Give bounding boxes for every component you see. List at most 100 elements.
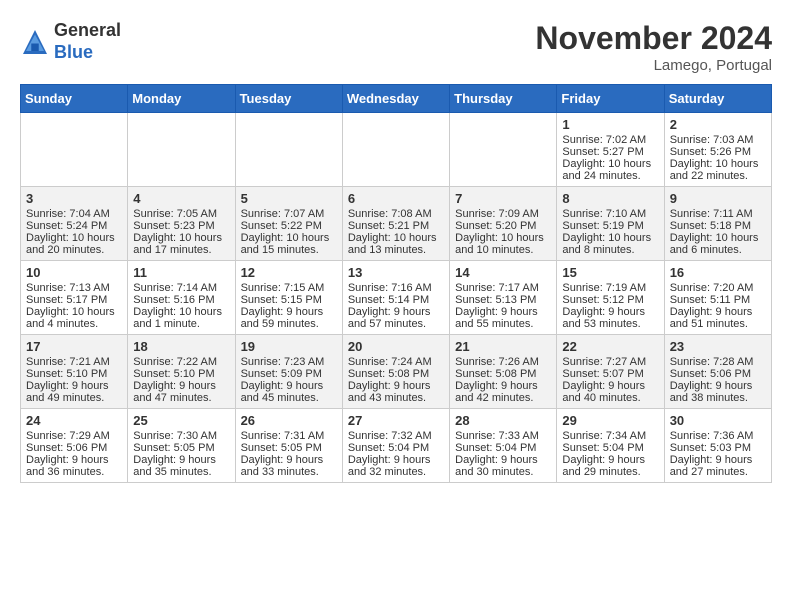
day-number: 5 bbox=[241, 191, 337, 206]
table-cell: 9Sunrise: 7:11 AM Sunset: 5:18 PM Daylig… bbox=[664, 187, 771, 261]
logo: General Blue bbox=[20, 20, 121, 63]
day-info: Sunrise: 7:30 AM Sunset: 5:05 PM Dayligh… bbox=[133, 430, 229, 478]
day-number: 23 bbox=[670, 339, 766, 354]
day-info: Sunrise: 7:28 AM Sunset: 5:06 PM Dayligh… bbox=[670, 356, 766, 404]
weekday-header-wednesday: Wednesday bbox=[342, 85, 449, 113]
table-cell: 2 Sunrise: 7:03 AM Sunset: 5:26 PM Daylig… bbox=[664, 113, 771, 187]
table-cell: 19 Sunrise: 7:23 AM Sunset: 5:09 PM Dayli… bbox=[235, 335, 342, 409]
table-cell: 27 Sunrise: 7:32 AM Sunset: 5:04 PM Dayli… bbox=[342, 409, 449, 483]
day-info: Sunrise: 7:03 AM Sunset: 5:26 PM Dayligh… bbox=[670, 134, 766, 182]
header: General Blue November 2024 Lamego, Portu… bbox=[20, 20, 772, 74]
day-number: 24 bbox=[26, 413, 122, 428]
table-cell: 29 Sunrise: 7:34 AM Sunset: 5:04 PM Dayli… bbox=[557, 409, 664, 483]
table-cell: 17 Sunrise: 7:21 AM Sunset: 5:10 PM Dayli… bbox=[21, 335, 128, 409]
table-cell bbox=[450, 113, 557, 187]
table-cell: 7Sunrise: 7:09 AM Sunset: 5:20 PM Daylig… bbox=[450, 187, 557, 261]
table-cell: 15 Sunrise: 7:19 AM Sunset: 5:12 PM Dayli… bbox=[557, 261, 664, 335]
table-cell: 21Sunrise: 7:26 AM Sunset: 5:08 PM Dayli… bbox=[450, 335, 557, 409]
table-cell: 6 Sunrise: 7:08 AM Sunset: 5:21 PM Daylig… bbox=[342, 187, 449, 261]
table-cell: 3Sunrise: 7:04 AM Sunset: 5:24 PM Daylig… bbox=[21, 187, 128, 261]
table-cell: 4 Sunrise: 7:05 AM Sunset: 5:23 PM Daylig… bbox=[128, 187, 235, 261]
day-info: Sunrise: 7:11 AM Sunset: 5:18 PM Dayligh… bbox=[670, 208, 766, 256]
day-number: 4 bbox=[133, 191, 229, 206]
week-row-3: 10 Sunrise: 7:13 AM Sunset: 5:17 PM Dayli… bbox=[21, 261, 772, 335]
table-cell: 26Sunrise: 7:31 AM Sunset: 5:05 PM Dayli… bbox=[235, 409, 342, 483]
day-info: Sunrise: 7:36 AM Sunset: 5:03 PM Dayligh… bbox=[670, 430, 766, 478]
week-row-4: 17 Sunrise: 7:21 AM Sunset: 5:10 PM Dayli… bbox=[21, 335, 772, 409]
day-number: 10 bbox=[26, 265, 122, 280]
day-number: 21 bbox=[455, 339, 551, 354]
day-info: Sunrise: 7:27 AM Sunset: 5:07 PM Dayligh… bbox=[562, 356, 658, 404]
day-number: 15 bbox=[562, 265, 658, 280]
day-info: Sunrise: 7:29 AM Sunset: 5:06 PM Dayligh… bbox=[26, 430, 122, 478]
month-title: November 2024 bbox=[535, 20, 772, 57]
week-row-5: 24 Sunrise: 7:29 AM Sunset: 5:06 PM Dayli… bbox=[21, 409, 772, 483]
calendar-table: SundayMondayTuesdayWednesdayThursdayFrid… bbox=[20, 84, 772, 483]
day-number: 27 bbox=[348, 413, 444, 428]
day-number: 11 bbox=[133, 265, 229, 280]
day-number: 6 bbox=[348, 191, 444, 206]
weekday-header-row: SundayMondayTuesdayWednesdayThursdayFrid… bbox=[21, 85, 772, 113]
day-info: Sunrise: 7:15 AM Sunset: 5:15 PM Dayligh… bbox=[241, 282, 337, 330]
day-number: 16 bbox=[670, 265, 766, 280]
weekday-header-friday: Friday bbox=[557, 85, 664, 113]
weekday-header-monday: Monday bbox=[128, 85, 235, 113]
day-number: 8 bbox=[562, 191, 658, 206]
day-number: 3 bbox=[26, 191, 122, 206]
day-info: Sunrise: 7:08 AM Sunset: 5:21 PM Dayligh… bbox=[348, 208, 444, 256]
table-cell bbox=[235, 113, 342, 187]
table-cell bbox=[128, 113, 235, 187]
day-info: Sunrise: 7:23 AM Sunset: 5:09 PM Dayligh… bbox=[241, 356, 337, 404]
weekday-header-sunday: Sunday bbox=[21, 85, 128, 113]
table-cell: 16 Sunrise: 7:20 AM Sunset: 5:11 PM Dayli… bbox=[664, 261, 771, 335]
table-cell: 8 Sunrise: 7:10 AM Sunset: 5:19 PM Daylig… bbox=[557, 187, 664, 261]
day-number: 29 bbox=[562, 413, 658, 428]
table-cell: 14Sunrise: 7:17 AM Sunset: 5:13 PM Dayli… bbox=[450, 261, 557, 335]
day-number: 2 bbox=[670, 117, 766, 132]
day-info: Sunrise: 7:21 AM Sunset: 5:10 PM Dayligh… bbox=[26, 356, 122, 404]
day-info: Sunrise: 7:09 AM Sunset: 5:20 PM Dayligh… bbox=[455, 208, 551, 256]
day-info: Sunrise: 7:34 AM Sunset: 5:04 PM Dayligh… bbox=[562, 430, 658, 478]
day-info: Sunrise: 7:20 AM Sunset: 5:11 PM Dayligh… bbox=[670, 282, 766, 330]
logo-text: General Blue bbox=[54, 20, 121, 63]
weekday-header-tuesday: Tuesday bbox=[235, 85, 342, 113]
logo-blue-text: Blue bbox=[54, 42, 121, 64]
day-number: 17 bbox=[26, 339, 122, 354]
table-cell: 13Sunrise: 7:16 AM Sunset: 5:14 PM Dayli… bbox=[342, 261, 449, 335]
day-info: Sunrise: 7:31 AM Sunset: 5:05 PM Dayligh… bbox=[241, 430, 337, 478]
table-cell: 23 Sunrise: 7:28 AM Sunset: 5:06 PM Dayli… bbox=[664, 335, 771, 409]
table-cell bbox=[21, 113, 128, 187]
weekday-header-saturday: Saturday bbox=[664, 85, 771, 113]
table-cell: 30Sunrise: 7:36 AM Sunset: 5:03 PM Dayli… bbox=[664, 409, 771, 483]
day-number: 19 bbox=[241, 339, 337, 354]
table-cell: 10 Sunrise: 7:13 AM Sunset: 5:17 PM Dayli… bbox=[21, 261, 128, 335]
table-cell: 5 Sunrise: 7:07 AM Sunset: 5:22 PM Daylig… bbox=[235, 187, 342, 261]
logo-icon bbox=[20, 27, 50, 57]
day-info: Sunrise: 7:05 AM Sunset: 5:23 PM Dayligh… bbox=[133, 208, 229, 256]
weekday-header-thursday: Thursday bbox=[450, 85, 557, 113]
logo-general-text: General bbox=[54, 20, 121, 42]
day-info: Sunrise: 7:17 AM Sunset: 5:13 PM Dayligh… bbox=[455, 282, 551, 330]
title-area: November 2024 Lamego, Portugal bbox=[535, 20, 772, 74]
table-cell: 24 Sunrise: 7:29 AM Sunset: 5:06 PM Dayli… bbox=[21, 409, 128, 483]
day-info: Sunrise: 7:33 AM Sunset: 5:04 PM Dayligh… bbox=[455, 430, 551, 478]
day-info: Sunrise: 7:24 AM Sunset: 5:08 PM Dayligh… bbox=[348, 356, 444, 404]
table-cell: 12Sunrise: 7:15 AM Sunset: 5:15 PM Dayli… bbox=[235, 261, 342, 335]
day-number: 22 bbox=[562, 339, 658, 354]
day-info: Sunrise: 7:16 AM Sunset: 5:14 PM Dayligh… bbox=[348, 282, 444, 330]
day-number: 18 bbox=[133, 339, 229, 354]
day-info: Sunrise: 7:10 AM Sunset: 5:19 PM Dayligh… bbox=[562, 208, 658, 256]
day-number: 20 bbox=[348, 339, 444, 354]
table-cell bbox=[342, 113, 449, 187]
day-number: 25 bbox=[133, 413, 229, 428]
table-cell: 11Sunrise: 7:14 AM Sunset: 5:16 PM Dayli… bbox=[128, 261, 235, 335]
day-info: Sunrise: 7:07 AM Sunset: 5:22 PM Dayligh… bbox=[241, 208, 337, 256]
day-info: Sunrise: 7:19 AM Sunset: 5:12 PM Dayligh… bbox=[562, 282, 658, 330]
day-number: 1 bbox=[562, 117, 658, 132]
table-cell: 25 Sunrise: 7:30 AM Sunset: 5:05 PM Dayli… bbox=[128, 409, 235, 483]
day-info: Sunrise: 7:13 AM Sunset: 5:17 PM Dayligh… bbox=[26, 282, 122, 330]
table-cell: 18Sunrise: 7:22 AM Sunset: 5:10 PM Dayli… bbox=[128, 335, 235, 409]
day-info: Sunrise: 7:32 AM Sunset: 5:04 PM Dayligh… bbox=[348, 430, 444, 478]
table-cell: 22 Sunrise: 7:27 AM Sunset: 5:07 PM Dayli… bbox=[557, 335, 664, 409]
day-number: 28 bbox=[455, 413, 551, 428]
